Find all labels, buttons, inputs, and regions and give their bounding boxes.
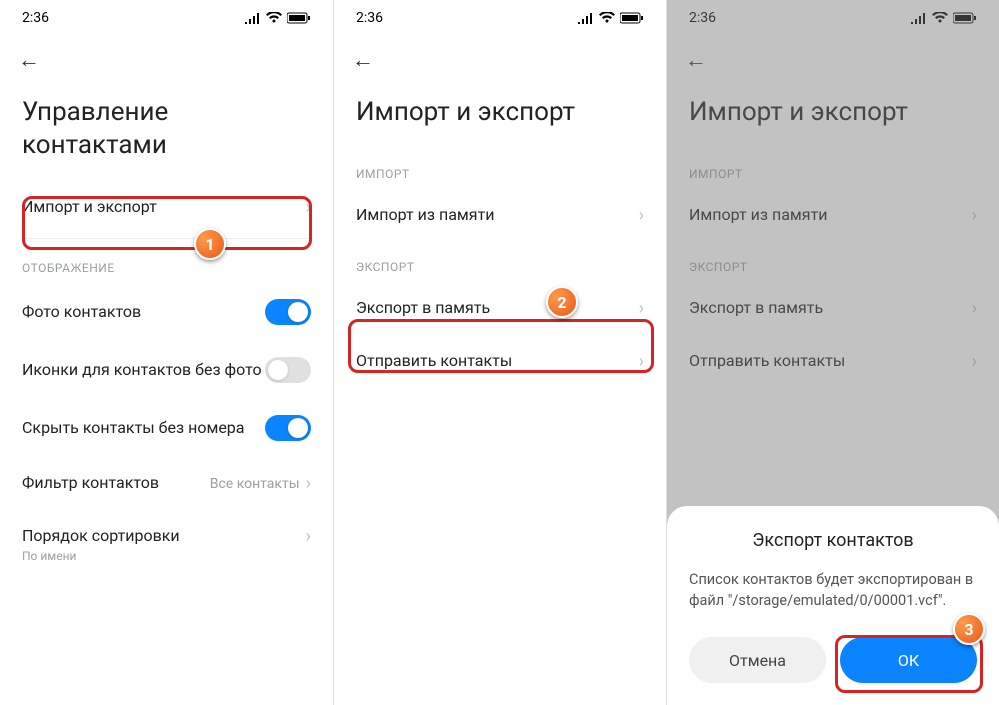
section-display: ОТОБРАЖЕНИЕ [0, 243, 333, 283]
chevron-right-icon: › [639, 298, 644, 319]
statusbar: 2:36 [0, 0, 333, 36]
signal-icon [245, 12, 261, 24]
item-label: Иконки для контактов без фото [22, 360, 265, 381]
item-import-export[interactable]: Импорт и экспорт › [0, 181, 333, 234]
statusbar: 2:36 [334, 0, 666, 36]
item-icons-no-photo[interactable]: Иконки для контактов без фото [0, 341, 333, 399]
item-label: Импорт из памяти [356, 205, 639, 226]
item-import-memory[interactable]: Импорт из памяти › [334, 189, 666, 242]
wifi-icon [599, 12, 615, 24]
status-time: 2:36 [22, 10, 49, 26]
item-photo-contacts[interactable]: Фото контактов [0, 283, 333, 341]
page-title: Импорт и экспорт [334, 84, 666, 149]
back-button[interactable]: ← [352, 47, 374, 73]
dialog-title: Экспорт контактов [689, 530, 977, 551]
battery-icon [620, 12, 644, 24]
item-send-contacts[interactable]: Отправить контакты › [334, 335, 666, 388]
toggle-photo-contacts[interactable] [265, 299, 311, 325]
screen-3: 2:36 ← Импорт и экспорт ИМПОРТ Импорт из… [666, 0, 999, 705]
divider [22, 238, 311, 239]
cancel-button[interactable]: Отмена [689, 637, 826, 683]
export-dialog: Экспорт контактов Список контактов будет… [667, 506, 999, 705]
item-label: Экспорт в память [356, 298, 639, 319]
navbar: ← [0, 36, 333, 84]
toggle-hide-no-number[interactable] [265, 415, 311, 441]
item-value: Все контакты › [210, 473, 311, 494]
dialog-buttons: Отмена ОК [689, 637, 977, 683]
status-time: 2:36 [356, 10, 383, 26]
chevron-right-icon: › [306, 473, 311, 494]
ok-label: ОК [898, 651, 919, 670]
signal-icon [578, 12, 594, 24]
dialog-text: Список контактов будет экспортирован в ф… [689, 569, 977, 611]
item-label: Импорт и экспорт [22, 197, 306, 218]
battery-icon [287, 12, 311, 24]
toggle-icons-no-photo[interactable] [265, 357, 311, 383]
item-sort-order[interactable]: Порядок сортировки › По имени [0, 510, 333, 579]
section-import: ИМПОРТ [334, 149, 666, 189]
sort-value: По имени [22, 549, 311, 563]
step-badge-3: 3 [953, 613, 985, 645]
status-icons [245, 12, 311, 24]
item-label: Скрыть контакты без номера [22, 418, 265, 439]
step-badge-2: 2 [546, 286, 578, 318]
chevron-right-icon: › [639, 351, 644, 372]
screen-2: 2:36 ← Импорт и экспорт ИМПОРТ Импорт из… [333, 0, 666, 705]
page-title: Управление контактами [0, 84, 333, 181]
chevron-right-icon: › [639, 205, 644, 226]
section-export: ЭКСПОРТ [334, 242, 666, 282]
item-filter-contacts[interactable]: Фильтр контактов Все контакты › [0, 457, 333, 510]
chevron-right-icon: › [306, 526, 311, 547]
wifi-icon [266, 12, 282, 24]
step-badge-1: 1 [194, 228, 226, 260]
back-button[interactable]: ← [18, 47, 40, 73]
screen-1: 2:36 ← Управление контактами Импорт и эк… [0, 0, 333, 705]
filter-value: Все контакты [210, 476, 300, 492]
cancel-label: Отмена [729, 651, 786, 670]
status-icons [578, 12, 644, 24]
ok-button[interactable]: ОК [840, 637, 977, 683]
chevron-right-icon: › [306, 197, 311, 218]
item-label: Порядок сортировки [22, 526, 306, 547]
item-export-memory[interactable]: Экспорт в память › [334, 282, 666, 335]
item-label: Фото контактов [22, 302, 265, 323]
item-hide-no-number[interactable]: Скрыть контакты без номера [0, 399, 333, 457]
item-label: Отправить контакты [356, 351, 639, 372]
item-label: Фильтр контактов [22, 473, 210, 494]
navbar: ← [334, 36, 666, 84]
